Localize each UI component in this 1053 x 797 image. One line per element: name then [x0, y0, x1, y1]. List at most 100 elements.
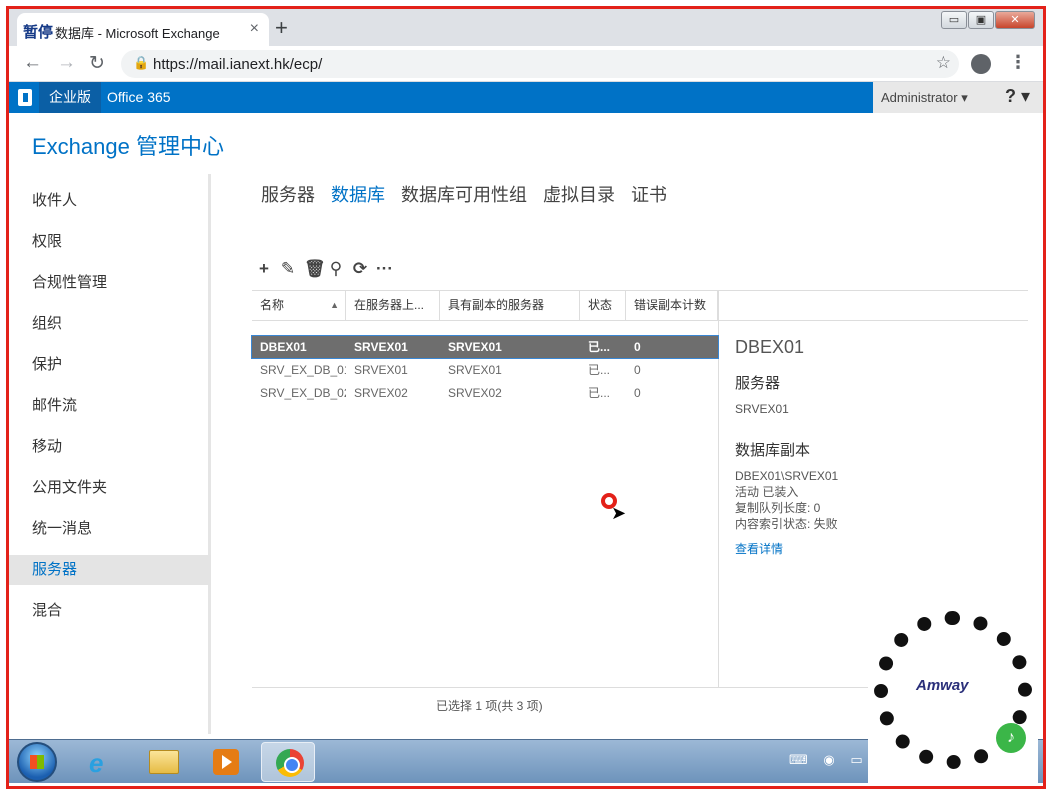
details-copy-state: 活动 已装入 — [735, 485, 799, 499]
cell-bad-copies: 0 — [634, 340, 641, 354]
edition-tab[interactable]: 企业版 — [39, 82, 101, 113]
edit-icon[interactable]: ✎ — [280, 259, 296, 279]
column-header-name[interactable]: 名称 ▲ — [252, 291, 346, 320]
left-nav: 收件人 权限 合规性管理 组织 保护 邮件流 移动 公用文件夹 统一消息 服务器… — [9, 174, 211, 734]
cell-name: SRV_EX_DB_01 — [260, 363, 346, 377]
delete-icon[interactable]: 🗑 — [304, 259, 326, 279]
action-toolbar: + ✎ 🗑 ⚲ ⟳ ··· — [256, 259, 400, 279]
nav-item-hybrid[interactable]: 混合 — [9, 596, 211, 626]
cell-server: SRVEX02 — [354, 386, 408, 400]
column-header-status[interactable]: 状态 — [580, 291, 626, 320]
cell-replicas: SRVEX01 — [448, 363, 502, 377]
user-menu[interactable]: Administrator ▾ — [881, 90, 968, 106]
bookmark-star-icon[interactable]: ☆ — [936, 53, 951, 73]
grid-header: 名称 ▲ 在服务器上... 具有副本的服务器 状态 错误副本计数 — [252, 290, 1028, 321]
nav-item-compliance[interactable]: 合规性管理 — [9, 268, 211, 298]
nav-item-mobile[interactable]: 移动 — [9, 432, 211, 462]
internet-explorer-icon: e — [89, 748, 104, 778]
cell-name: DBEX01 — [260, 340, 307, 354]
search-icon[interactable]: ⚲ — [328, 259, 344, 279]
cell-replicas: SRVEX02 — [448, 386, 502, 400]
cell-status: 已... — [588, 386, 611, 400]
tab-virtual-directories[interactable]: 虚拟目录 — [543, 181, 615, 207]
taskbar-explorer[interactable] — [137, 742, 191, 782]
cell-name: SRV_EX_DB_02 — [260, 386, 346, 400]
maximize-button[interactable]: ▣ — [968, 11, 994, 29]
folder-icon — [149, 750, 179, 774]
tab-title: 数据库 - Microsoft Exchange — [55, 26, 220, 41]
office-logo-icon[interactable] — [18, 89, 32, 106]
back-button[interactable]: ← — [23, 52, 42, 74]
nav-item-permissions[interactable]: 权限 — [9, 227, 211, 257]
office365-tab[interactable]: Office 365 — [107, 82, 171, 113]
database-grid: 名称 ▲ 在服务器上... 具有副本的服务器 状态 错误副本计数 DBEX01 … — [251, 290, 1028, 687]
column-header-server[interactable]: 在服务器上... — [346, 291, 440, 320]
mini-program-icon: ♪ — [996, 723, 1026, 753]
tab-certificates[interactable]: 证书 — [631, 181, 667, 207]
sub-tabs: 服务器 数据库 数据库可用性组 虚拟目录 证书 — [261, 181, 683, 207]
cell-server: SRVEX01 — [354, 340, 408, 354]
add-icon[interactable]: + — [256, 259, 272, 279]
sort-ascending-icon: ▲ — [330, 300, 339, 310]
tab-dag[interactable]: 数据库可用性组 — [401, 181, 527, 207]
chrome-icon — [276, 749, 304, 777]
forward-button[interactable]: → — [57, 52, 76, 74]
start-button[interactable] — [17, 742, 57, 782]
new-tab-button[interactable]: + — [275, 15, 288, 41]
url-text[interactable]: https://mail.ianext.hk/ecp/ — [153, 56, 322, 73]
details-copy-queue: 复制队列长度: 0 — [735, 501, 821, 515]
browser-tab[interactable]: 暂停 数据库 - Microsoft Exchange × — [17, 13, 269, 46]
close-window-button[interactable]: ✕ — [995, 11, 1035, 29]
nav-item-unified-messaging[interactable]: 统一消息 — [9, 514, 211, 544]
cell-server: SRVEX01 — [354, 363, 408, 377]
browser-menu-icon[interactable]: ⋮ — [1009, 52, 1027, 73]
cell-status: 已... — [588, 340, 611, 354]
reload-button[interactable]: ↻ — [89, 52, 105, 75]
cell-bad-copies: 0 — [634, 386, 641, 400]
table-row[interactable]: SRV_EX_DB_02 SRVEX02 SRVEX02 已... 0 — [252, 382, 718, 404]
details-server-value: SRVEX01 — [735, 402, 789, 416]
nav-item-protection[interactable]: 保护 — [9, 350, 211, 380]
cell-status: 已... — [588, 363, 611, 377]
nav-item-public-folders[interactable]: 公用文件夹 — [9, 473, 211, 503]
cell-replicas: SRVEX01 — [448, 340, 502, 354]
nav-item-organization[interactable]: 组织 — [9, 309, 211, 339]
qr-code-overlay: Amway ♪ — [868, 603, 1038, 786]
table-row[interactable]: DBEX01 SRVEX01 SRVEX01 已... 0 — [251, 335, 719, 359]
cell-bad-copies: 0 — [634, 363, 641, 377]
details-copy-name: DBEX01\SRVEX01 — [735, 469, 839, 483]
details-pane: DBEX01 服务器 SRVEX01 数据库副本 DBEX01\SRVEX01 … — [735, 337, 875, 557]
column-header-replica-servers[interactable]: 具有副本的服务器 — [440, 291, 580, 320]
tab-servers[interactable]: 服务器 — [261, 181, 315, 207]
nav-item-recipients[interactable]: 收件人 — [9, 186, 211, 216]
refresh-icon[interactable]: ⟳ — [352, 259, 368, 279]
table-row[interactable]: SRV_EX_DB_01 SRVEX01 SRVEX01 已... 0 — [252, 359, 718, 381]
tab-close-icon[interactable]: × — [250, 20, 259, 38]
browser-toolbar: ← → ↻ 🔒 https://mail.ianext.hk/ecp/ ☆ ⋮ — [9, 46, 1043, 82]
taskbar-chrome[interactable] — [261, 742, 315, 782]
window-controls: ▭ ▣ ✕ — [940, 11, 1035, 29]
view-details-link[interactable]: 查看详情 — [735, 540, 875, 557]
tab-databases[interactable]: 数据库 — [331, 181, 385, 207]
browser-tabstrip: 暂停 数据库 - Microsoft Exchange × + ▭ ▣ ✕ — [9, 9, 1043, 46]
nav-item-mail-flow[interactable]: 邮件流 — [9, 391, 211, 421]
selection-count: 已选择 1 项(共 3 项) — [436, 699, 543, 713]
taskbar-ie[interactable]: e — [75, 742, 129, 782]
details-content-index: 内容索引状态: 失败 — [735, 517, 838, 531]
details-copies-heading: 数据库副本 — [735, 442, 811, 459]
details-title: DBEX01 — [735, 337, 805, 357]
profile-avatar-icon[interactable] — [971, 54, 991, 74]
media-player-icon — [213, 749, 239, 775]
mouse-pointer-icon: ➤ — [611, 503, 627, 523]
screen-frame: 暂停 数据库 - Microsoft Exchange × + ▭ ▣ ✕ ← … — [6, 6, 1046, 789]
amway-logo: Amway — [916, 677, 969, 694]
address-bar[interactable]: 🔒 https://mail.ianext.hk/ecp/ ☆ — [121, 50, 959, 78]
minimize-button[interactable]: ▭ — [941, 11, 967, 29]
grid-status-bar: 已选择 1 项(共 3 项) — [252, 687, 874, 717]
taskbar-media[interactable] — [199, 742, 253, 782]
column-header-bad-copies[interactable]: 错误副本计数 — [626, 291, 718, 320]
details-server-heading: 服务器 — [735, 375, 781, 392]
help-menu[interactable]: ? ▾ — [1005, 86, 1030, 107]
nav-item-servers[interactable]: 服务器 — [9, 555, 211, 585]
more-icon[interactable]: ··· — [376, 259, 393, 279]
